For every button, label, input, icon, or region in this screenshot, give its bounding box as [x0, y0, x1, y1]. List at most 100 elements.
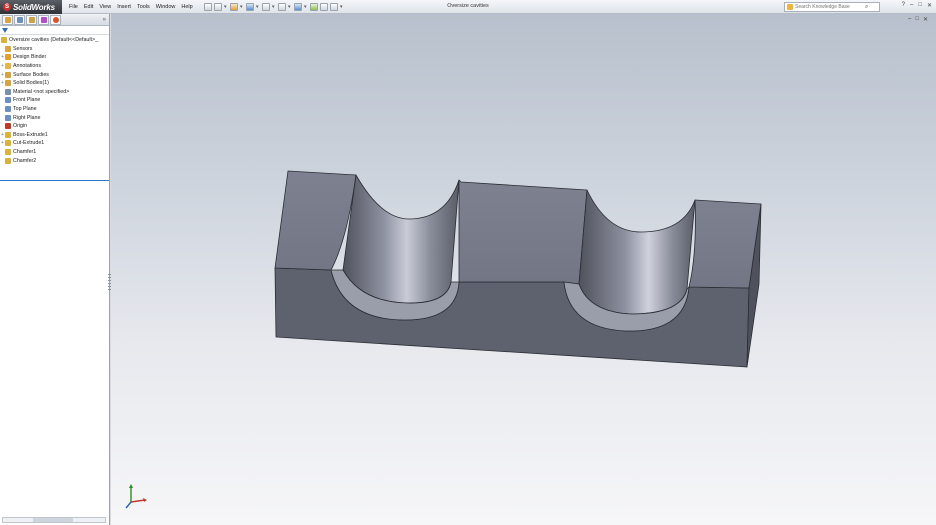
chevron-down-icon[interactable]: ▾ [224, 3, 228, 11]
menu-window[interactable]: Window [153, 4, 179, 10]
feature-manager-icon [4, 16, 11, 23]
tree-item[interactable]: + Cut-Extrude1 [0, 139, 109, 148]
pin-icon[interactable] [204, 3, 212, 11]
left-block-top [274, 170, 357, 271]
menu-insert[interactable]: Insert [114, 4, 134, 10]
open-folder-icon[interactable] [230, 3, 238, 11]
chevron-down-icon[interactable]: ▾ [272, 3, 276, 11]
menu-view[interactable]: View [96, 4, 114, 10]
right-block-top [688, 199, 762, 289]
title-bar: S SolidWorks File Edit View Insert Tools… [0, 0, 936, 14]
tree-item-label: Origin [13, 123, 28, 130]
save-icon[interactable] [246, 3, 254, 11]
part-icon [1, 37, 7, 44]
search-icon[interactable]: ⌕ [865, 4, 868, 11]
search-input[interactable] [795, 4, 865, 10]
boss-extrude-icon [5, 131, 11, 138]
cavity-2-surface [578, 189, 696, 315]
coordinate-triad-icon [125, 484, 147, 509]
chevron-down-icon[interactable]: ▾ [288, 3, 292, 11]
panel-horizontal-scrollbar[interactable] [2, 517, 106, 523]
tree-item-label: Front Plane [13, 97, 41, 104]
file-properties-icon[interactable] [320, 3, 328, 11]
menu-file[interactable]: File [66, 4, 81, 10]
tree-root-label: Oversize cavities (Default<<Default>_ [9, 37, 99, 44]
feature-manager-panel: » Oversize cavities (Default<<Default>_ … [0, 14, 111, 525]
tree-item-label: Right Plane [13, 114, 41, 121]
tree-item-label: Chamfer1 [13, 149, 37, 156]
dimxpert-icon [40, 16, 47, 23]
maximize-icon[interactable]: □ [918, 2, 922, 9]
options-gear-icon[interactable] [330, 3, 338, 11]
tree-item[interactable]: Front Plane [0, 96, 109, 105]
tree-item-label: Chamfer2 [13, 157, 37, 164]
knowledge-base-search[interactable]: ⌕ [784, 2, 880, 12]
brand-name: SolidWorks [13, 2, 55, 12]
tree-item-label: Solid Bodies(1) [13, 80, 49, 87]
part-model-3d[interactable] [111, 14, 936, 525]
tab-display-manager[interactable] [50, 14, 61, 25]
plane-icon [5, 97, 11, 104]
tree-item[interactable]: Right Plane [0, 113, 109, 122]
origin-icon [5, 123, 11, 130]
new-document-icon[interactable] [214, 3, 222, 11]
feature-tree: Oversize cavities (Default<<Default>_ Se… [0, 35, 109, 181]
print-icon[interactable] [262, 3, 270, 11]
tree-root-part[interactable]: Oversize cavities (Default<<Default>_ [0, 36, 109, 45]
tree-filter[interactable] [0, 26, 109, 35]
tree-item[interactable]: Origin [0, 122, 109, 131]
close-icon[interactable]: ✕ [927, 2, 932, 9]
tree-item-label: Design Binder [13, 54, 47, 61]
tree-item[interactable]: Top Plane [0, 105, 109, 114]
tree-item-label: Boss-Extrude1 [13, 131, 48, 138]
property-manager-icon [16, 16, 23, 23]
collapse-panel-icon[interactable]: » [103, 17, 106, 23]
solidworks-logo[interactable]: S SolidWorks [0, 0, 62, 14]
tree-item[interactable]: + Solid Bodies(1) [0, 79, 109, 88]
standard-toolbar: ▾ ▾ ▾ ▾ ▾ ▾ ▾ [204, 2, 344, 12]
tree-item[interactable]: + Surface Bodies [0, 70, 109, 79]
tab-property-manager[interactable] [14, 14, 25, 25]
menu-help[interactable]: Help [178, 4, 195, 10]
tab-configuration-manager[interactable] [26, 14, 37, 25]
tab-feature-manager[interactable] [2, 14, 13, 25]
tree-item[interactable]: Chamfer1 [0, 148, 109, 157]
window-controls: ? – □ ✕ [902, 2, 932, 9]
cut-extrude-icon [5, 140, 11, 147]
menu-edit[interactable]: Edit [81, 4, 96, 10]
cavity-1-surface [342, 174, 460, 304]
tree-item[interactable]: + Design Binder [0, 53, 109, 62]
tree-item-label: Top Plane [13, 106, 37, 113]
undo-icon[interactable] [278, 3, 286, 11]
chevron-down-icon[interactable]: ▾ [240, 3, 244, 11]
minimize-icon[interactable]: – [910, 2, 913, 9]
tree-item[interactable]: + Boss-Extrude1 [0, 131, 109, 140]
surface-bodies-icon [5, 71, 11, 78]
chamfer-icon [5, 157, 11, 164]
knowledge-base-icon [787, 4, 793, 10]
chevron-down-icon[interactable]: ▾ [340, 3, 344, 11]
solid-bodies-icon [5, 80, 11, 87]
menu-bar: File Edit View Insert Tools Window Help [66, 0, 196, 14]
rebuild-icon[interactable] [310, 3, 318, 11]
tree-item[interactable]: Material <not specified> [0, 88, 109, 97]
filter-funnel-icon[interactable] [2, 27, 8, 33]
chevron-down-icon[interactable]: ▾ [256, 3, 260, 11]
display-manager-icon [52, 16, 59, 23]
tree-item-label: Material <not specified> [13, 88, 70, 95]
tab-dimxpert-manager[interactable] [38, 14, 49, 25]
plane-icon [5, 114, 11, 121]
design-binder-icon [5, 54, 11, 61]
scrollbar-thumb[interactable] [33, 518, 73, 522]
tree-item[interactable]: Sensors [0, 45, 109, 54]
plane-icon [5, 106, 11, 113]
tree-item[interactable]: Chamfer2 [0, 156, 109, 165]
tree-item[interactable]: + Annotations [0, 62, 109, 71]
select-icon[interactable] [294, 3, 302, 11]
middle-block-top [458, 179, 588, 285]
annotations-icon [5, 63, 11, 70]
graphics-area[interactable]: – □ ✕ [111, 14, 936, 525]
menu-tools[interactable]: Tools [134, 4, 153, 10]
help-icon[interactable]: ? [902, 2, 905, 9]
chevron-down-icon[interactable]: ▾ [304, 3, 308, 11]
